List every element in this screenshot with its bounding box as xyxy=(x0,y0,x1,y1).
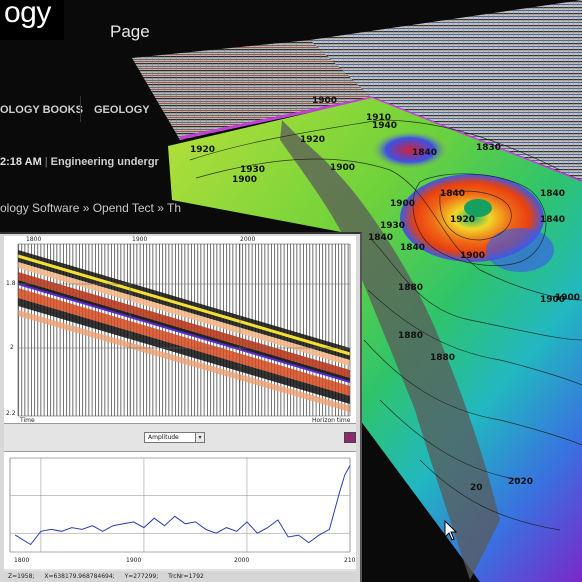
contour-label: 1900 xyxy=(460,251,485,261)
trace-y-tick: 1.8 xyxy=(6,280,16,287)
attribute-window[interactable]: 1800 1900 2000 1.8 2 2.2 Time Horizon ti… xyxy=(0,232,362,582)
contour-label: 1840 xyxy=(540,215,565,225)
contour-label: 1900 xyxy=(232,175,257,185)
amplitude-plot[interactable]: 1800 1900 2000 210 xyxy=(4,451,356,569)
contour-label: 1900 xyxy=(555,293,580,303)
contour-label: 1880 xyxy=(398,331,423,341)
contour-label: 1830 xyxy=(476,143,501,153)
amp-x-tick: 1800 xyxy=(14,557,30,564)
contour-label: 20 xyxy=(470,483,483,493)
amplitude-curve xyxy=(14,465,351,546)
chevron-down-icon[interactable]: ▾ xyxy=(195,432,205,443)
contour-label: 1880 xyxy=(398,283,423,293)
trace-axis-label-right: Horizon time xyxy=(312,417,351,424)
contour-label: 1840 xyxy=(400,243,425,253)
amplitude-plot-canvas xyxy=(9,457,351,553)
status-trace: TrcNr=1792 xyxy=(168,573,204,580)
contour-label: 1880 xyxy=(430,353,455,363)
contour-label: 1840 xyxy=(412,148,437,158)
trace-x-tick: 1900 xyxy=(132,236,148,243)
mouse-pointer-icon xyxy=(444,520,458,541)
contour-label: 1900 xyxy=(312,96,337,106)
blue-anomaly xyxy=(486,228,554,272)
trace-y-tick: 2 xyxy=(10,344,14,351)
contour-label: 1930 xyxy=(380,221,405,231)
status-bar: Z=1958; X=638179.968784694; Y=277299; Tr… xyxy=(4,571,356,582)
contour-label: 1920 xyxy=(450,215,475,225)
trace-x-tick: 2000 xyxy=(240,236,256,243)
trace-axis-label-left: Time xyxy=(20,417,35,424)
trace-x-tick: 1800 xyxy=(26,236,42,243)
trace-display[interactable]: 1800 1900 2000 1.8 2 2.2 Time Horizon ti… xyxy=(4,236,356,424)
attribute-window-body: 1800 1900 2000 1.8 2 2.2 Time Horizon ti… xyxy=(4,236,356,582)
attribute-selector[interactable]: Amplitude ▾ xyxy=(144,432,206,444)
contour-label: 1930 xyxy=(240,165,265,175)
amp-x-tick: 1900 xyxy=(126,557,142,564)
status-y: Y=277299; xyxy=(124,573,159,580)
contour-label: 1940 xyxy=(372,121,397,131)
amp-x-tick: 2000 xyxy=(234,557,250,564)
low-anomaly xyxy=(370,130,450,170)
amplitude-grid xyxy=(9,457,351,553)
status-z: Z=1958; xyxy=(8,573,35,580)
contour-label: 1900 xyxy=(330,163,355,173)
contour-label: 1920 xyxy=(300,135,325,145)
attribute-select[interactable]: Amplitude xyxy=(144,432,196,443)
contour-label: 2020 xyxy=(508,477,533,487)
contour-label: 1840 xyxy=(368,233,393,243)
color-table-icon[interactable] xyxy=(344,432,356,443)
contour-label: 1920 xyxy=(190,145,215,155)
contour-label: 1840 xyxy=(440,189,465,199)
status-x: X=638179.968784694; xyxy=(44,573,115,580)
trace-display-canvas xyxy=(17,243,351,417)
trace-y-tick: 2.2 xyxy=(6,410,16,417)
contour-label: 1840 xyxy=(540,189,565,199)
amp-x-tick: 210 xyxy=(344,557,356,564)
contour-label: 1900 xyxy=(390,199,415,209)
